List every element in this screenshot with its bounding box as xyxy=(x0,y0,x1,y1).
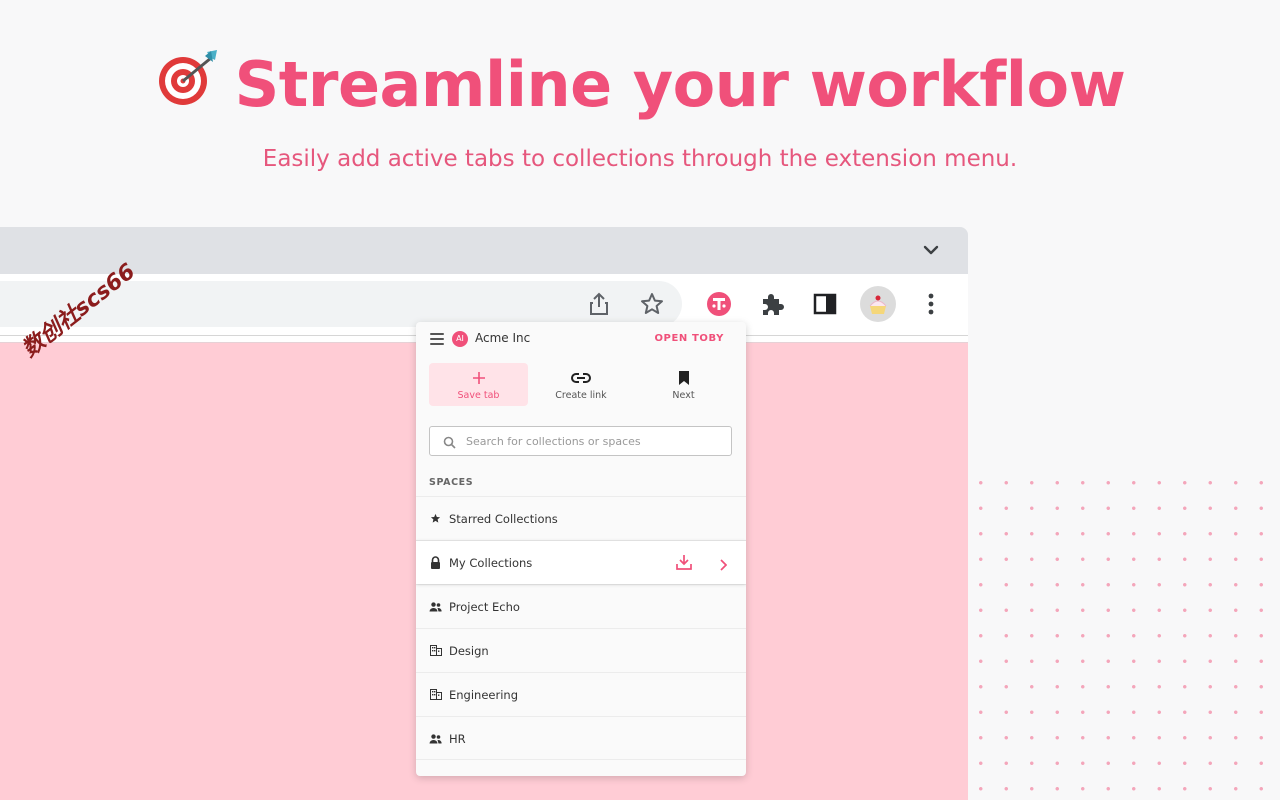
org-badge: AI xyxy=(452,331,468,347)
more-vert-icon[interactable] xyxy=(913,286,949,322)
next-button[interactable]: Next xyxy=(634,363,733,406)
download-icon[interactable] xyxy=(675,554,693,575)
people-icon xyxy=(429,600,442,613)
profile-avatar[interactable] xyxy=(860,286,896,322)
action-bar: Save tab Create link Next xyxy=(429,363,733,406)
org-name[interactable]: Acme Inc xyxy=(475,331,530,345)
space-item-design[interactable]: Design xyxy=(416,628,746,672)
spaces-heading: SPACES xyxy=(429,477,474,488)
search-placeholder: Search for collections or spaces xyxy=(466,435,641,448)
toby-extension-icon[interactable] xyxy=(701,286,737,322)
side-panel-icon[interactable] xyxy=(807,286,843,322)
create-link-label: Create link xyxy=(555,389,607,401)
search-icon xyxy=(443,434,456,453)
hero-subtitle: Easily add active tabs to collections th… xyxy=(262,146,1018,172)
space-item-label: Engineering xyxy=(449,688,518,702)
menu-icon[interactable] xyxy=(430,333,444,345)
lock-icon xyxy=(429,556,442,569)
star-icon xyxy=(429,512,442,525)
space-item-starred-collections[interactable]: Starred Collections xyxy=(416,496,746,540)
plus-icon xyxy=(472,369,486,387)
people-icon xyxy=(429,732,442,745)
space-item-hr[interactable]: HR xyxy=(416,716,746,760)
extension-popup: AI Acme Inc OPEN TOBY Save tab Create li… xyxy=(416,322,746,776)
star-icon[interactable] xyxy=(634,286,670,322)
next-label: Next xyxy=(672,389,695,401)
search-input[interactable]: Search for collections or spaces xyxy=(429,426,732,456)
share-icon[interactable] xyxy=(581,286,617,322)
tab-strip xyxy=(0,227,968,274)
space-item-label: Project Echo xyxy=(449,600,520,614)
open-toby-link[interactable]: OPEN TOBY xyxy=(654,333,724,344)
puzzle-icon[interactable] xyxy=(754,286,790,322)
target-dart-icon xyxy=(155,48,221,121)
spaces-list: Starred Collections My Collections Proje… xyxy=(416,496,746,760)
space-item-engineering[interactable]: Engineering xyxy=(416,672,746,716)
save-tab-label: Save tab xyxy=(457,389,500,401)
building-icon xyxy=(429,644,442,657)
hero-title-text: Streamline your workflow xyxy=(234,48,1126,121)
chevron-down-icon[interactable] xyxy=(920,239,942,261)
space-item-label: Design xyxy=(449,644,489,658)
space-item-my-collections[interactable]: My Collections xyxy=(416,540,746,584)
space-item-label: Starred Collections xyxy=(449,512,558,526)
chevron-right-icon[interactable] xyxy=(719,556,728,575)
link-icon xyxy=(571,369,591,387)
popup-header: AI Acme Inc OPEN TOBY xyxy=(416,322,746,358)
hero-title: Streamline your workflow xyxy=(0,48,1280,125)
building-icon xyxy=(429,688,442,701)
save-tab-button[interactable]: Save tab xyxy=(429,363,528,406)
create-link-button[interactable]: Create link xyxy=(532,363,631,406)
space-item-label: HR xyxy=(449,732,466,746)
space-item-project-echo[interactable]: Project Echo xyxy=(416,584,746,628)
space-item-label: My Collections xyxy=(449,556,533,570)
dot-pattern xyxy=(968,470,1280,800)
bookmark-icon xyxy=(678,369,690,387)
